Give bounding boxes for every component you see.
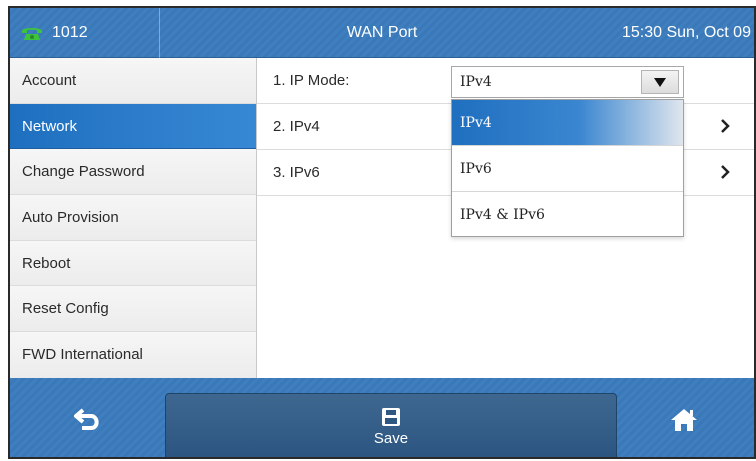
- ip-mode-select[interactable]: IPv4: [451, 66, 684, 98]
- dropdown-option-ipv4[interactable]: IPv4: [452, 100, 683, 146]
- phone-screen: 1012 WAN Port 15:30 Sun, Oct 09 Account …: [8, 6, 756, 459]
- floppy-disk-icon: [382, 408, 400, 426]
- sidebar-item-label: Change Password: [22, 163, 145, 181]
- setting-row-ip-mode: 1. IP Mode: IPv4: [257, 58, 754, 104]
- home-button[interactable]: [614, 378, 754, 457]
- sidebar-item-auto-provision[interactable]: Auto Provision: [10, 195, 256, 241]
- home-icon: [671, 408, 697, 431]
- sidebar-item-label: Reboot: [22, 254, 71, 272]
- dropdown-option-ipv4-ipv6[interactable]: IPv4 & IPv6: [452, 192, 683, 238]
- sidebar-item-label: Reset Config: [22, 300, 109, 318]
- option-label: IPv6: [460, 160, 492, 177]
- option-label: IPv4 & IPv6: [460, 207, 545, 223]
- sidebar-item-network[interactable]: Network: [10, 103, 256, 150]
- sidebar-item-label: Network: [22, 117, 78, 135]
- sidebar-item-change-password[interactable]: Change Password: [10, 149, 256, 196]
- sidebar-item-fwd-international[interactable]: FWD International: [10, 332, 256, 378]
- softkey-bar: Save: [10, 378, 754, 457]
- ip-mode-value: IPv4: [460, 74, 492, 90]
- ip-mode-dropdown-list: IPv4 IPv6 IPv4 & IPv6: [451, 99, 684, 237]
- datetime: 15:30 Sun, Oct 09: [622, 24, 751, 41]
- page-title: WAN Port: [346, 24, 418, 41]
- dropdown-toggle[interactable]: [641, 70, 679, 94]
- sidebar: Account Network Change Password Auto Pro…: [10, 58, 257, 378]
- line-number: 1012: [52, 24, 88, 41]
- status-bar: 1012 WAN Port 15:30 Sun, Oct 09: [10, 8, 754, 58]
- sidebar-item-label: Account: [22, 71, 77, 89]
- save-label: Save: [373, 430, 409, 447]
- settings-panel: 1. IP Mode: IPv4 2. IPv4 3. IPv6 IPv4 IP…: [257, 58, 754, 378]
- dropdown-option-ipv6[interactable]: IPv6: [452, 146, 683, 192]
- sidebar-item-label: Auto Provision: [22, 208, 119, 226]
- option-label: IPv4: [460, 114, 492, 131]
- phone-handset-icon: [22, 28, 42, 40]
- save-button[interactable]: Save: [165, 393, 617, 457]
- line-indicator: 1012: [10, 8, 160, 58]
- chevron-right-icon: [721, 165, 730, 179]
- setting-label: 1. IP Mode:: [273, 72, 350, 89]
- chevron-right-icon: [721, 119, 730, 133]
- setting-label: 2. IPv4: [273, 118, 320, 135]
- sidebar-item-account[interactable]: Account: [10, 58, 256, 104]
- setting-label: 3. IPv6: [273, 164, 320, 181]
- back-arrow-icon: [73, 407, 99, 430]
- sidebar-item-reboot[interactable]: Reboot: [10, 240, 256, 287]
- sidebar-item-label: FWD International: [22, 346, 143, 364]
- back-button[interactable]: [10, 378, 165, 457]
- triangle-down-icon: [654, 77, 666, 87]
- sidebar-item-reset-config[interactable]: Reset Config: [10, 286, 256, 333]
